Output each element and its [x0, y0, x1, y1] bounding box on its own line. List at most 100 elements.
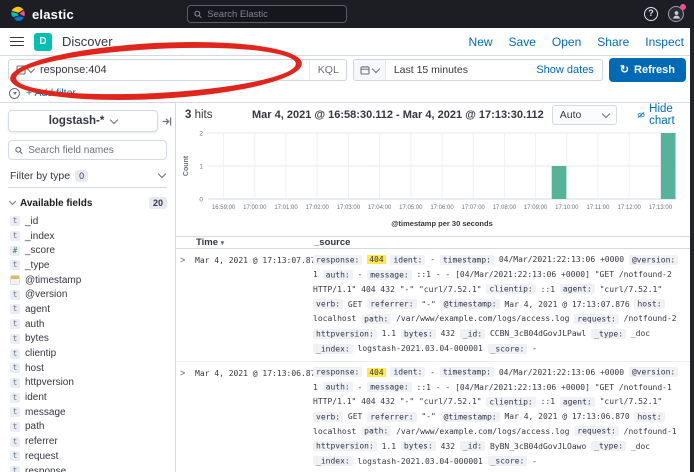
field-item-path[interactable]: tpath [8, 420, 167, 435]
query-text[interactable]: response:404 [40, 64, 107, 76]
field-chip[interactable]: _type: [591, 441, 626, 451]
field-item-_score[interactable]: #_score [8, 243, 167, 258]
field-chip[interactable]: httpversion: [313, 441, 377, 451]
field-chip[interactable]: path: [361, 314, 391, 324]
open-button[interactable]: Open [552, 35, 581, 49]
field-item-auth[interactable]: tauth [8, 317, 167, 332]
field-chip[interactable]: @version: [629, 255, 678, 265]
field-item-response[interactable]: tresponse [8, 464, 167, 472]
field-name: clientip [25, 348, 56, 359]
collapse-sidebar-icon[interactable] [162, 113, 172, 131]
global-search-input[interactable] [207, 9, 340, 20]
index-pattern-select[interactable]: logstash-* [8, 110, 158, 132]
field-chip[interactable]: agent: [560, 284, 595, 294]
field-chip[interactable]: message: [367, 382, 412, 392]
field-chip[interactable]: path: [361, 426, 391, 436]
share-button[interactable]: Share [597, 35, 629, 49]
menu-icon[interactable] [10, 37, 24, 47]
sort-desc-icon[interactable]: ▾ [221, 240, 225, 247]
inspect-button[interactable]: Inspect [645, 35, 684, 49]
field-name: request [25, 451, 58, 462]
field-chip[interactable]: _id: [460, 329, 485, 339]
field-chip[interactable]: _score: [488, 456, 528, 466]
field-chip[interactable]: host: [634, 299, 664, 309]
field-chip[interactable]: request: [574, 426, 619, 436]
field-item-clientip[interactable]: tclientip [8, 346, 167, 361]
documents-table: >Mar 4, 2021 @ 17:13:07.876response: 404… [176, 249, 694, 472]
field-chip[interactable]: bytes: [401, 441, 436, 451]
field-chip[interactable]: timestamp: [440, 255, 494, 265]
filter-options-icon[interactable] [9, 88, 20, 99]
field-item-host[interactable]: thost [8, 361, 167, 376]
add-filter-button[interactable]: + Add filter [26, 87, 76, 99]
help-icon[interactable]: ? [644, 7, 658, 21]
hide-chart-button[interactable]: Hide chart [637, 103, 685, 127]
field-chip[interactable]: timestamp: [440, 367, 494, 377]
field-chip[interactable]: bytes: [401, 329, 436, 339]
histogram-chart[interactable]: 01216:59:0017:00:0017:01:0017:02:0017:03… [180, 127, 688, 229]
field-chip[interactable]: referrer: [367, 412, 416, 422]
field-chip[interactable]: _score: [488, 344, 528, 354]
svg-text:Count: Count [183, 155, 190, 176]
svg-text:17:12:00: 17:12:00 [618, 205, 642, 211]
field-chip[interactable]: response: [313, 367, 362, 377]
filter-by-type-toggle[interactable]: Filter by type 0 [8, 167, 167, 188]
field-item-@timestamp[interactable]: @timestamp [8, 273, 167, 288]
query-input[interactable]: response:404 KQL [8, 59, 347, 81]
field-chip[interactable]: @timestamp: [441, 299, 500, 309]
available-fields-header[interactable]: Available fields 20 [8, 197, 167, 209]
field-chip[interactable]: _index: [313, 456, 353, 466]
expand-row-icon[interactable]: > [180, 366, 195, 470]
field-item-bytes[interactable]: tbytes [8, 332, 167, 347]
field-chip[interactable]: clientip: [486, 397, 535, 407]
new-button[interactable]: New [469, 35, 493, 49]
filter-bar: + Add filter [0, 84, 694, 103]
user-avatar[interactable] [668, 6, 684, 22]
field-item-_type[interactable]: t_type [8, 258, 167, 273]
field-search-input[interactable] [28, 145, 160, 156]
saved-query-icon[interactable] [16, 65, 34, 75]
field-chip[interactable]: verb: [313, 412, 343, 422]
time-column-header[interactable]: Time ▾ [196, 237, 314, 248]
expand-row-icon[interactable]: > [180, 253, 195, 357]
field-chip[interactable]: request: [574, 314, 619, 324]
discover-app-icon[interactable]: D [34, 33, 52, 51]
field-chip[interactable]: message: [367, 270, 412, 280]
global-search[interactable] [187, 5, 347, 23]
field-chip[interactable]: ident: [390, 255, 425, 265]
elastic-logo[interactable]: elastic [10, 6, 74, 22]
field-item-@version[interactable]: t@version [8, 287, 167, 302]
field-item-_id[interactable]: t_id [8, 214, 167, 229]
field-item-ident[interactable]: tident [8, 390, 167, 405]
field-chip[interactable]: @version: [629, 367, 678, 377]
date-field-icon [10, 275, 20, 285]
query-language-button[interactable]: KQL [309, 60, 339, 80]
show-dates-button[interactable]: Show dates [536, 64, 601, 76]
field-chip[interactable]: agent: [560, 397, 595, 407]
save-button[interactable]: Save [509, 35, 536, 49]
field-chip[interactable]: verb: [313, 299, 343, 309]
field-chip[interactable]: _index: [313, 344, 353, 354]
field-chip[interactable]: referrer: [367, 299, 416, 309]
field-item-referrer[interactable]: treferrer [8, 434, 167, 449]
field-chip[interactable]: ident: [390, 367, 425, 377]
field-item-httpversion[interactable]: thttpversion [8, 376, 167, 391]
interval-select[interactable]: Auto [552, 105, 617, 125]
field-chip[interactable]: response: [313, 255, 362, 265]
field-item-message[interactable]: tmessage [8, 405, 167, 420]
field-chip[interactable]: httpversion: [313, 329, 377, 339]
refresh-button[interactable]: ↻ Refresh [609, 58, 686, 82]
field-chip[interactable]: _type: [591, 329, 626, 339]
field-chip[interactable]: _id: [460, 441, 485, 451]
field-search[interactable] [8, 140, 167, 160]
quick-select-button[interactable] [354, 60, 386, 80]
field-chip[interactable]: @timestamp: [441, 412, 500, 422]
field-item-_index[interactable]: t_index [8, 229, 167, 244]
field-chip[interactable]: auth: [323, 270, 353, 280]
field-chip[interactable]: auth: [323, 382, 353, 392]
time-range-value[interactable]: Last 15 minutes [386, 64, 476, 76]
field-item-agent[interactable]: tagent [8, 302, 167, 317]
field-chip[interactable]: host: [634, 412, 664, 422]
field-chip[interactable]: clientip: [486, 284, 535, 294]
field-item-request[interactable]: trequest [8, 449, 167, 464]
